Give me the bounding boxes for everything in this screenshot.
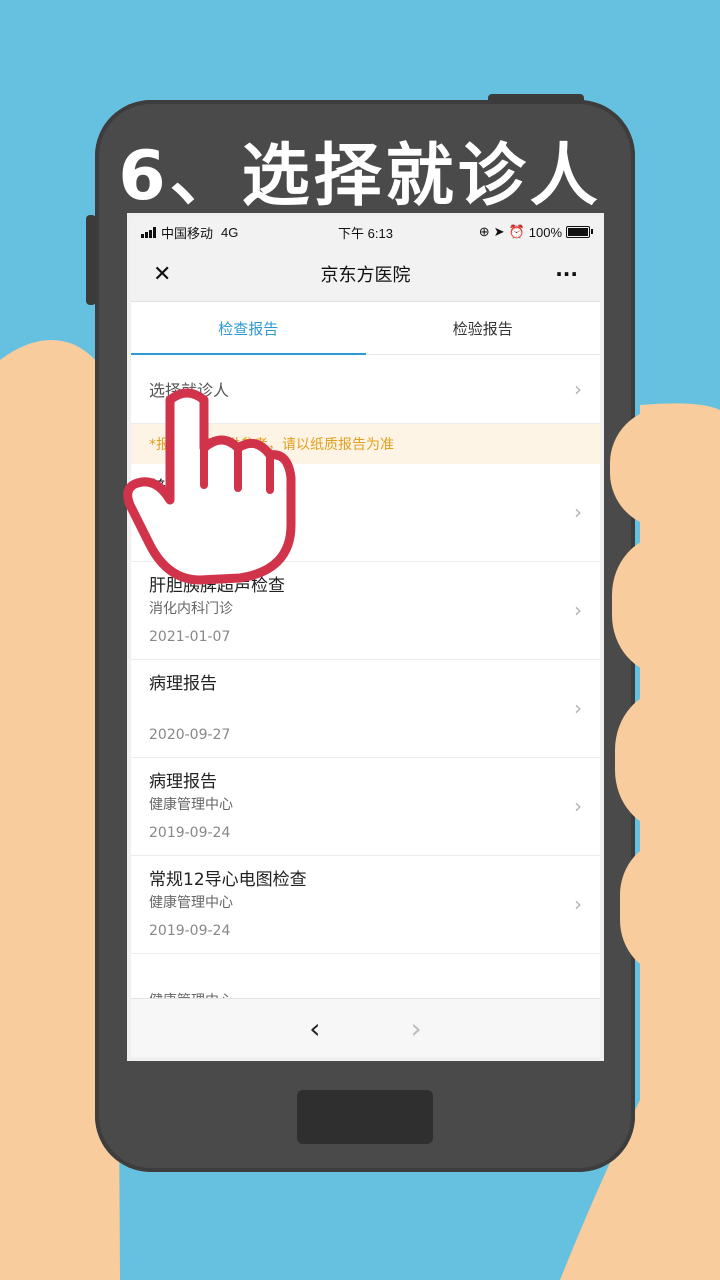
report-department: 健康管理中心	[149, 797, 233, 813]
report-date: 2019-09-24	[149, 923, 231, 939]
report-date: 2021-01-07	[149, 629, 231, 645]
illustration-stage: 6、选择就诊人 中国移动 4G 下午 6:13 ⊕ ➤ ⏰ 100% ✕ 京东方…	[0, 0, 720, 1280]
select-patient-row[interactable]: 选择就诊人 ›	[131, 355, 600, 424]
phone-home-button	[297, 1090, 433, 1144]
report-item[interactable]: 病理报告 健康管理中心 2019-09-24 ›	[131, 758, 600, 856]
report-name	[149, 966, 582, 990]
status-bar: 中国移动 4G 下午 6:13 ⊕ ➤ ⏰ 100%	[131, 217, 600, 247]
select-patient-label: 选择就诊人	[149, 381, 230, 400]
report-date	[149, 524, 582, 554]
report-name: 常规12导心电图检查	[149, 870, 307, 890]
tab-lab-report[interactable]: 检验报告	[366, 302, 601, 354]
more-icon[interactable]: ···	[555, 262, 578, 286]
report-name: 肝胆胰脾超声检查	[149, 576, 285, 596]
report-item[interactable]: 肝胆胰脾超声检查 消化内科门诊 2021-01-07 ›	[131, 562, 600, 660]
chevron-right-icon: ›	[574, 892, 582, 916]
report-date: 2020-09-27	[149, 727, 231, 743]
page-title: 京东方医院	[320, 265, 411, 286]
report-department: 健康管理中心	[149, 895, 233, 911]
chevron-right-icon: ›	[574, 794, 582, 818]
report-list: 普通 消化 › 肝胆胰脾超声检查 消化内科门诊 2021-01-07 › 病理报…	[131, 464, 600, 1052]
report-name: 病理报告	[149, 674, 217, 694]
report-department: 消化内科门诊	[149, 601, 233, 617]
carrier-label: 中国移动	[161, 225, 214, 241]
report-name: 病理报告	[149, 772, 217, 792]
chevron-right-icon: ›	[574, 696, 582, 720]
report-department	[149, 696, 582, 718]
chevron-right-icon: ›	[574, 500, 582, 524]
report-item[interactable]: 病理报告 2020-09-27 ›	[131, 660, 600, 758]
chevron-right-icon: ›	[574, 377, 582, 401]
chevron-right-icon: ›	[574, 598, 582, 622]
tab-exam-report[interactable]: 检查报告	[131, 302, 366, 354]
phone-top-button	[488, 94, 584, 104]
back-arrow-icon[interactable]: ‹	[309, 1012, 320, 1045]
navigation-icon: ➤	[493, 224, 505, 239]
active-tab-indicator	[131, 353, 366, 355]
forward-arrow-icon[interactable]: ›	[411, 1012, 422, 1045]
phone-volume-button	[86, 215, 96, 305]
signal-icon	[141, 226, 156, 238]
report-item[interactable]: 常规12导心电图检查 健康管理中心 2019-09-24 ›	[131, 856, 600, 954]
network-label: 4G	[221, 224, 239, 240]
step-title: 6、选择就诊人	[118, 137, 602, 216]
phone-screen: 中国移动 4G 下午 6:13 ⊕ ➤ ⏰ 100% ✕ 京东方医院 ··· 检…	[127, 213, 604, 1061]
browser-toolbar: ‹ ›	[131, 998, 600, 1057]
report-item[interactable]: 普通 消化 ›	[131, 464, 600, 562]
alarm-icon: ⏰	[508, 224, 525, 239]
location-icon: ⊕	[478, 224, 490, 239]
report-date: 2019-09-24	[149, 825, 231, 841]
report-name: 普通	[149, 478, 183, 498]
nav-bar: ✕ 京东方医院 ···	[131, 247, 600, 302]
report-department: 消化	[149, 503, 177, 519]
close-icon[interactable]: ✕	[153, 262, 171, 287]
report-tabs: 检查报告 检验报告	[131, 302, 600, 355]
battery-icon	[566, 226, 593, 238]
battery-percent: 100%	[528, 224, 562, 240]
report-notice: *报告详情仅供参考，请以纸质报告为准	[131, 424, 600, 464]
